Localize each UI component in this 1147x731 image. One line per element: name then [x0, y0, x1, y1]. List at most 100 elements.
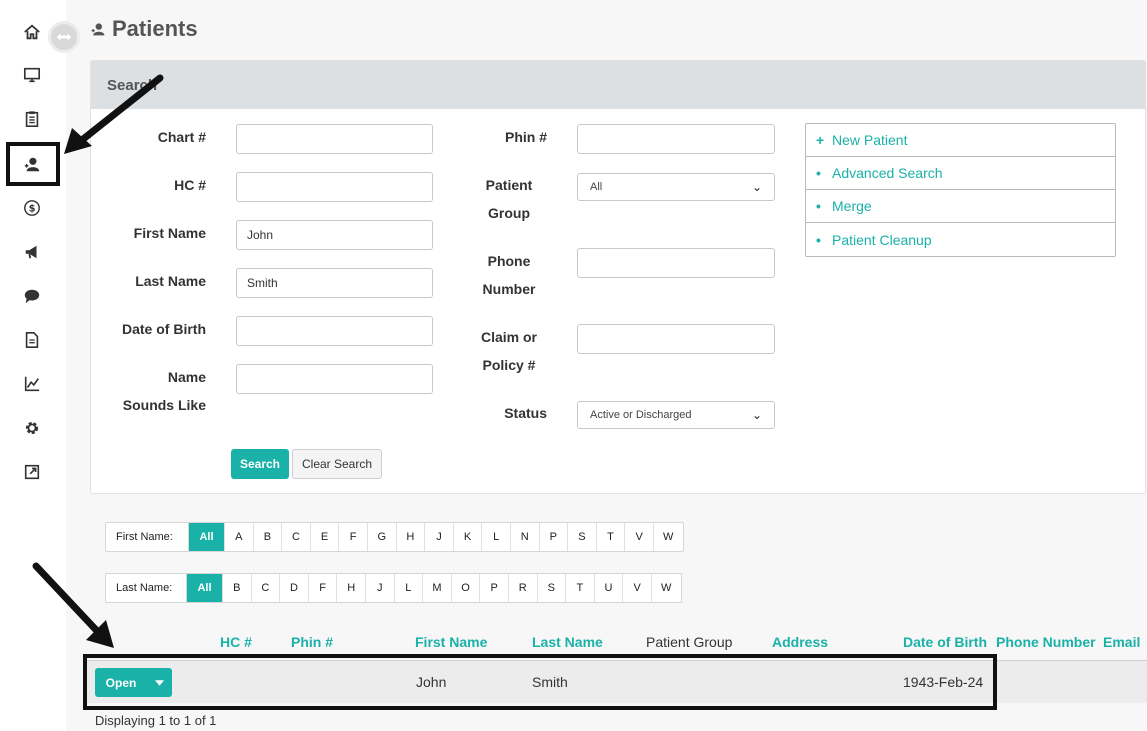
last-name-letter-l[interactable]: L: [395, 574, 424, 602]
patient-group-label-line1: Patient: [485, 177, 533, 193]
last-name-letter-b[interactable]: B: [223, 574, 252, 602]
clear-search-button[interactable]: Clear Search: [292, 449, 382, 479]
date-of-birth-input[interactable]: [236, 316, 433, 346]
date-of-birth-label: Date of Birth: [122, 321, 206, 337]
last-name-letter-v[interactable]: V: [623, 574, 652, 602]
merge-link[interactable]: • Merge: [806, 190, 1115, 223]
last-name-letter-o[interactable]: O: [452, 574, 481, 602]
phone-number-label-line2: Number: [482, 281, 536, 297]
last-name-filter-label: Last Name:: [106, 574, 187, 602]
name-sounds-like-label: Name Sounds Like: [111, 363, 206, 419]
last-name-letter-c[interactable]: C: [252, 574, 281, 602]
first-name-letter-p[interactable]: P: [540, 523, 569, 551]
status-value: Active or Discharged: [590, 409, 692, 421]
hc-number-input[interactable]: [236, 172, 433, 202]
column-header-hc[interactable]: HC #: [220, 634, 252, 650]
patient-actions-list: + New Patient • Advanced Search • Merge …: [805, 123, 1116, 257]
new-patient-label: New Patient: [832, 132, 908, 148]
column-header-first-name[interactable]: First Name: [415, 634, 487, 650]
gear-icon[interactable]: [20, 416, 44, 440]
first-name-letter-all[interactable]: All: [189, 523, 225, 551]
first-name-letter-e[interactable]: E: [311, 523, 340, 551]
monitor-icon[interactable]: [20, 63, 44, 87]
first-name-letter-g[interactable]: G: [368, 523, 397, 551]
column-header-phin[interactable]: Phin #: [291, 634, 333, 650]
column-header-phone-number[interactable]: Phone Number: [996, 634, 1096, 650]
first-name-letter-l[interactable]: L: [482, 523, 511, 551]
first-name-letter-f[interactable]: F: [339, 523, 368, 551]
last-name-letter-m[interactable]: M: [423, 574, 452, 602]
external-link-icon[interactable]: [20, 460, 44, 484]
advanced-search-label: Advanced Search: [832, 165, 943, 181]
patient-group-label-line2: Group: [488, 205, 530, 221]
patient-group-label: Patient Group: [471, 171, 547, 227]
first-name-letter-s[interactable]: S: [568, 523, 597, 551]
phone-number-input[interactable]: [577, 248, 775, 278]
svg-text:$: $: [29, 204, 36, 215]
first-name-letter-k[interactable]: K: [454, 523, 483, 551]
phone-number-label: Phone Number: [471, 247, 547, 303]
search-button[interactable]: Search: [231, 449, 289, 479]
last-name-letter-r[interactable]: R: [509, 574, 538, 602]
last-name-letter-h[interactable]: H: [337, 574, 366, 602]
claim-policy-label-line2: Policy #: [482, 357, 536, 373]
line-chart-icon[interactable]: [20, 372, 44, 396]
claim-policy-label-line1: Claim or: [480, 329, 537, 345]
chat-icon[interactable]: [20, 284, 44, 308]
patients-nav-highlight: [6, 142, 60, 186]
column-header-patient-group: Patient Group: [646, 634, 733, 650]
page-title: Patients: [90, 16, 198, 42]
last-name-input[interactable]: [236, 268, 433, 298]
last-name-letter-all[interactable]: All: [187, 574, 223, 602]
last-name-letter-t[interactable]: T: [566, 574, 595, 602]
first-name-letter-b[interactable]: B: [254, 523, 283, 551]
last-name-letter-j[interactable]: J: [366, 574, 395, 602]
first-name-letter-c[interactable]: C: [282, 523, 311, 551]
merge-label: Merge: [832, 198, 872, 214]
last-name-letter-f[interactable]: F: [309, 574, 338, 602]
patient-group-select[interactable]: All ⌄: [577, 173, 775, 201]
first-name-letter-v[interactable]: V: [625, 523, 654, 551]
bullet-icon: •: [816, 231, 821, 248]
patient-cleanup-link[interactable]: • Patient Cleanup: [806, 223, 1115, 256]
last-name-letter-u[interactable]: U: [595, 574, 624, 602]
column-header-last-name[interactable]: Last Name: [532, 634, 603, 650]
first-name-input[interactable]: [236, 220, 433, 250]
last-name-letter-d[interactable]: D: [280, 574, 309, 602]
first-name-letter-h[interactable]: H: [397, 523, 426, 551]
last-name-label: Last Name: [135, 273, 206, 289]
result-row-highlight: [83, 654, 997, 710]
sidebar-toggle-button[interactable]: [48, 21, 80, 53]
phone-number-label-line1: Phone: [487, 253, 531, 269]
first-name-letter-a[interactable]: A: [225, 523, 254, 551]
new-patient-link[interactable]: + New Patient: [806, 124, 1115, 157]
bullet-icon: •: [816, 198, 821, 214]
first-name-letter-n[interactable]: N: [511, 523, 540, 551]
bullet-icon: •: [816, 165, 821, 181]
last-name-letter-s[interactable]: S: [538, 574, 567, 602]
first-name-filter-label: First Name:: [106, 523, 189, 551]
claim-policy-input[interactable]: [577, 324, 775, 354]
home-icon[interactable]: [20, 20, 44, 44]
first-name-letter-filter: First Name: All A B C E F G H J K L N P S T V W: [105, 522, 684, 552]
patient-group-value: All: [590, 181, 603, 193]
document-icon[interactable]: [20, 328, 44, 352]
first-name-letter-j[interactable]: J: [425, 523, 454, 551]
phin-label: Phin #: [504, 129, 547, 145]
column-header-email[interactable]: Email: [1103, 634, 1140, 650]
status-select[interactable]: Active or Discharged ⌄: [577, 401, 775, 429]
last-name-letter-w[interactable]: W: [652, 574, 681, 602]
column-header-date-of-birth[interactable]: Date of Birth: [903, 634, 987, 650]
chart-number-input[interactable]: [236, 124, 433, 154]
column-header-address[interactable]: Address: [772, 634, 828, 650]
name-sounds-like-label-line1: Name: [167, 369, 206, 385]
first-name-letter-w[interactable]: W: [654, 523, 683, 551]
phin-input[interactable]: [577, 124, 775, 154]
last-name-letter-p[interactable]: P: [480, 574, 509, 602]
first-name-letter-t[interactable]: T: [597, 523, 626, 551]
clipboard-icon[interactable]: [20, 107, 44, 131]
megaphone-icon[interactable]: [20, 240, 44, 264]
name-sounds-like-input[interactable]: [236, 364, 433, 394]
advanced-search-link[interactable]: • Advanced Search: [806, 157, 1115, 190]
dollar-icon[interactable]: $: [20, 196, 44, 220]
